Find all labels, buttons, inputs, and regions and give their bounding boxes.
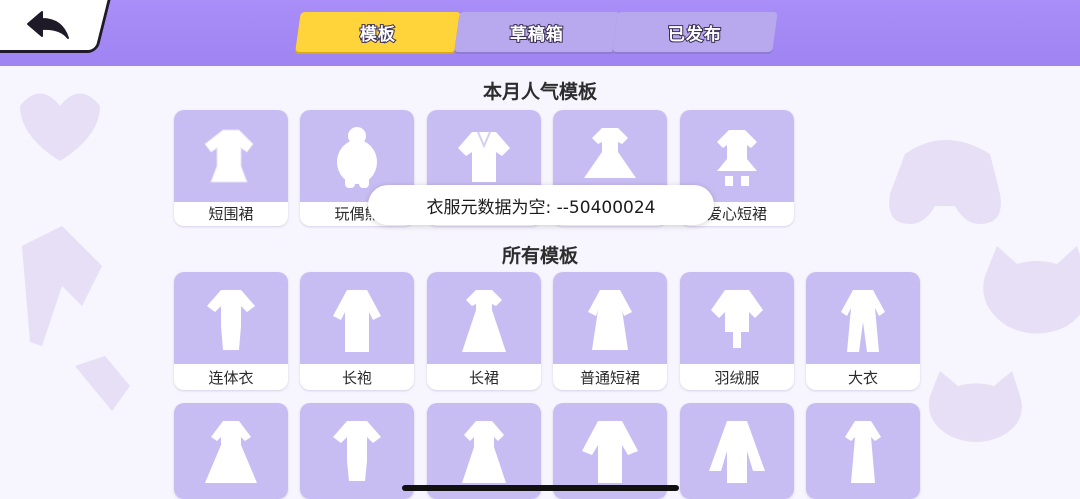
template-card-label: 连体衣	[208, 369, 254, 387]
toast-message: 衣服元数据为空: --50400024	[426, 197, 656, 218]
game-controller-icon	[889, 140, 1001, 224]
template-card-label: 长袍	[341, 369, 372, 387]
template-card-bodysuit[interactable]	[300, 403, 414, 499]
template-card-down-jacket[interactable]: 羽绒服	[680, 272, 794, 390]
header-bar: 模板 草稿箱 已发布	[0, 0, 1080, 66]
slit-dress-icon	[806, 403, 920, 499]
tab-published-label: 已发布	[667, 24, 723, 46]
popular-section-title: 本月人气模板	[482, 81, 597, 103]
template-card-cape-outfit[interactable]	[680, 403, 794, 499]
template-card-long-skirt[interactable]: 长裙	[427, 272, 541, 390]
short-dress-icon	[553, 272, 667, 364]
gown-icon	[174, 403, 288, 499]
error-toast: 衣服元数据为空: --50400024	[368, 185, 714, 225]
tab-templates-label: 模板	[359, 24, 397, 46]
tab-published[interactable]: 已发布	[612, 12, 778, 52]
apron-dress-icon	[174, 110, 288, 202]
template-card-label: 长裙	[468, 369, 499, 387]
tab-drafts-label: 草稿箱	[509, 24, 565, 46]
template-card-short-dress[interactable]: 普通短裙	[553, 272, 667, 390]
template-card-gown[interactable]	[174, 403, 288, 499]
tab-drafts[interactable]: 草稿箱	[454, 12, 620, 52]
cat-face-icon	[928, 371, 1022, 442]
tab-templates[interactable]: 模板	[295, 12, 461, 52]
home-indicator[interactable]	[402, 485, 679, 491]
cape-outfit-icon	[680, 403, 794, 499]
template-card-jumpsuit[interactable]: 连体衣	[174, 272, 288, 390]
template-card-label: 羽绒服	[714, 369, 760, 387]
overcoat-icon	[806, 272, 920, 364]
long-robe-icon	[300, 272, 414, 364]
template-card-label: 普通短裙	[579, 369, 640, 387]
template-card-robe[interactable]: 长袍	[300, 272, 414, 390]
back-arrow-icon[interactable]	[26, 10, 72, 42]
down-jacket-icon	[680, 272, 794, 364]
template-card-slit-dress[interactable]	[806, 403, 920, 499]
bodysuit-icon	[300, 403, 414, 499]
jumpsuit-icon	[174, 272, 288, 364]
template-card-label: 短围裙	[208, 205, 254, 223]
all-section-title: 所有模板	[501, 245, 578, 267]
long-skirt-icon	[427, 272, 541, 364]
template-card-overcoat[interactable]: 大衣	[806, 272, 920, 390]
template-card-label: 大衣	[847, 369, 878, 387]
template-card-apron[interactable]: 短围裙	[174, 110, 288, 226]
